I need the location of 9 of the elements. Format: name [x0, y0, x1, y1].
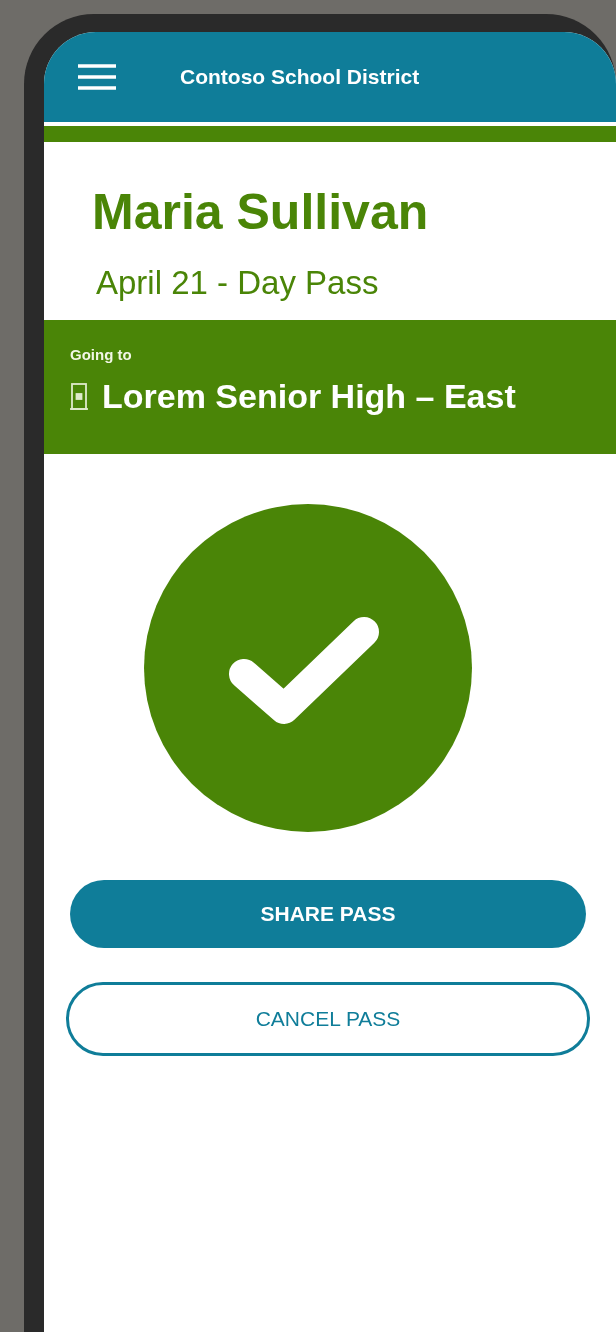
building-icon	[70, 382, 88, 411]
destination-name: Lorem Senior High – East	[102, 377, 516, 416]
student-name: Maria Sullivan	[92, 183, 430, 242]
pass-date: April 21 - Day Pass	[96, 264, 380, 302]
destination-label: Going to	[70, 346, 133, 363]
app-title: Contoso School District	[180, 65, 420, 89]
cancel-button[interactable]: CANCEL PASS	[66, 982, 590, 1056]
menu-icon[interactable]	[78, 63, 116, 91]
share-button[interactable]: SHARE PASS	[70, 880, 586, 948]
